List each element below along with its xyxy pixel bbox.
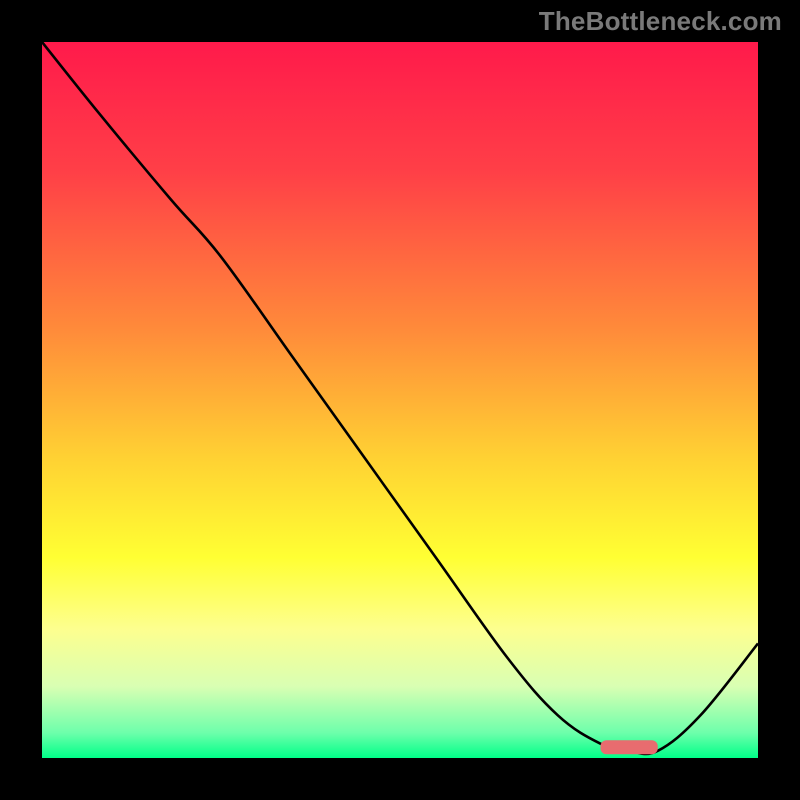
gradient-background	[42, 42, 758, 758]
watermark-text: TheBottleneck.com	[539, 6, 782, 37]
plot-area	[42, 42, 758, 758]
plot-svg	[42, 42, 758, 758]
chart-frame: TheBottleneck.com	[0, 0, 800, 800]
highlight-marker	[600, 740, 657, 754]
